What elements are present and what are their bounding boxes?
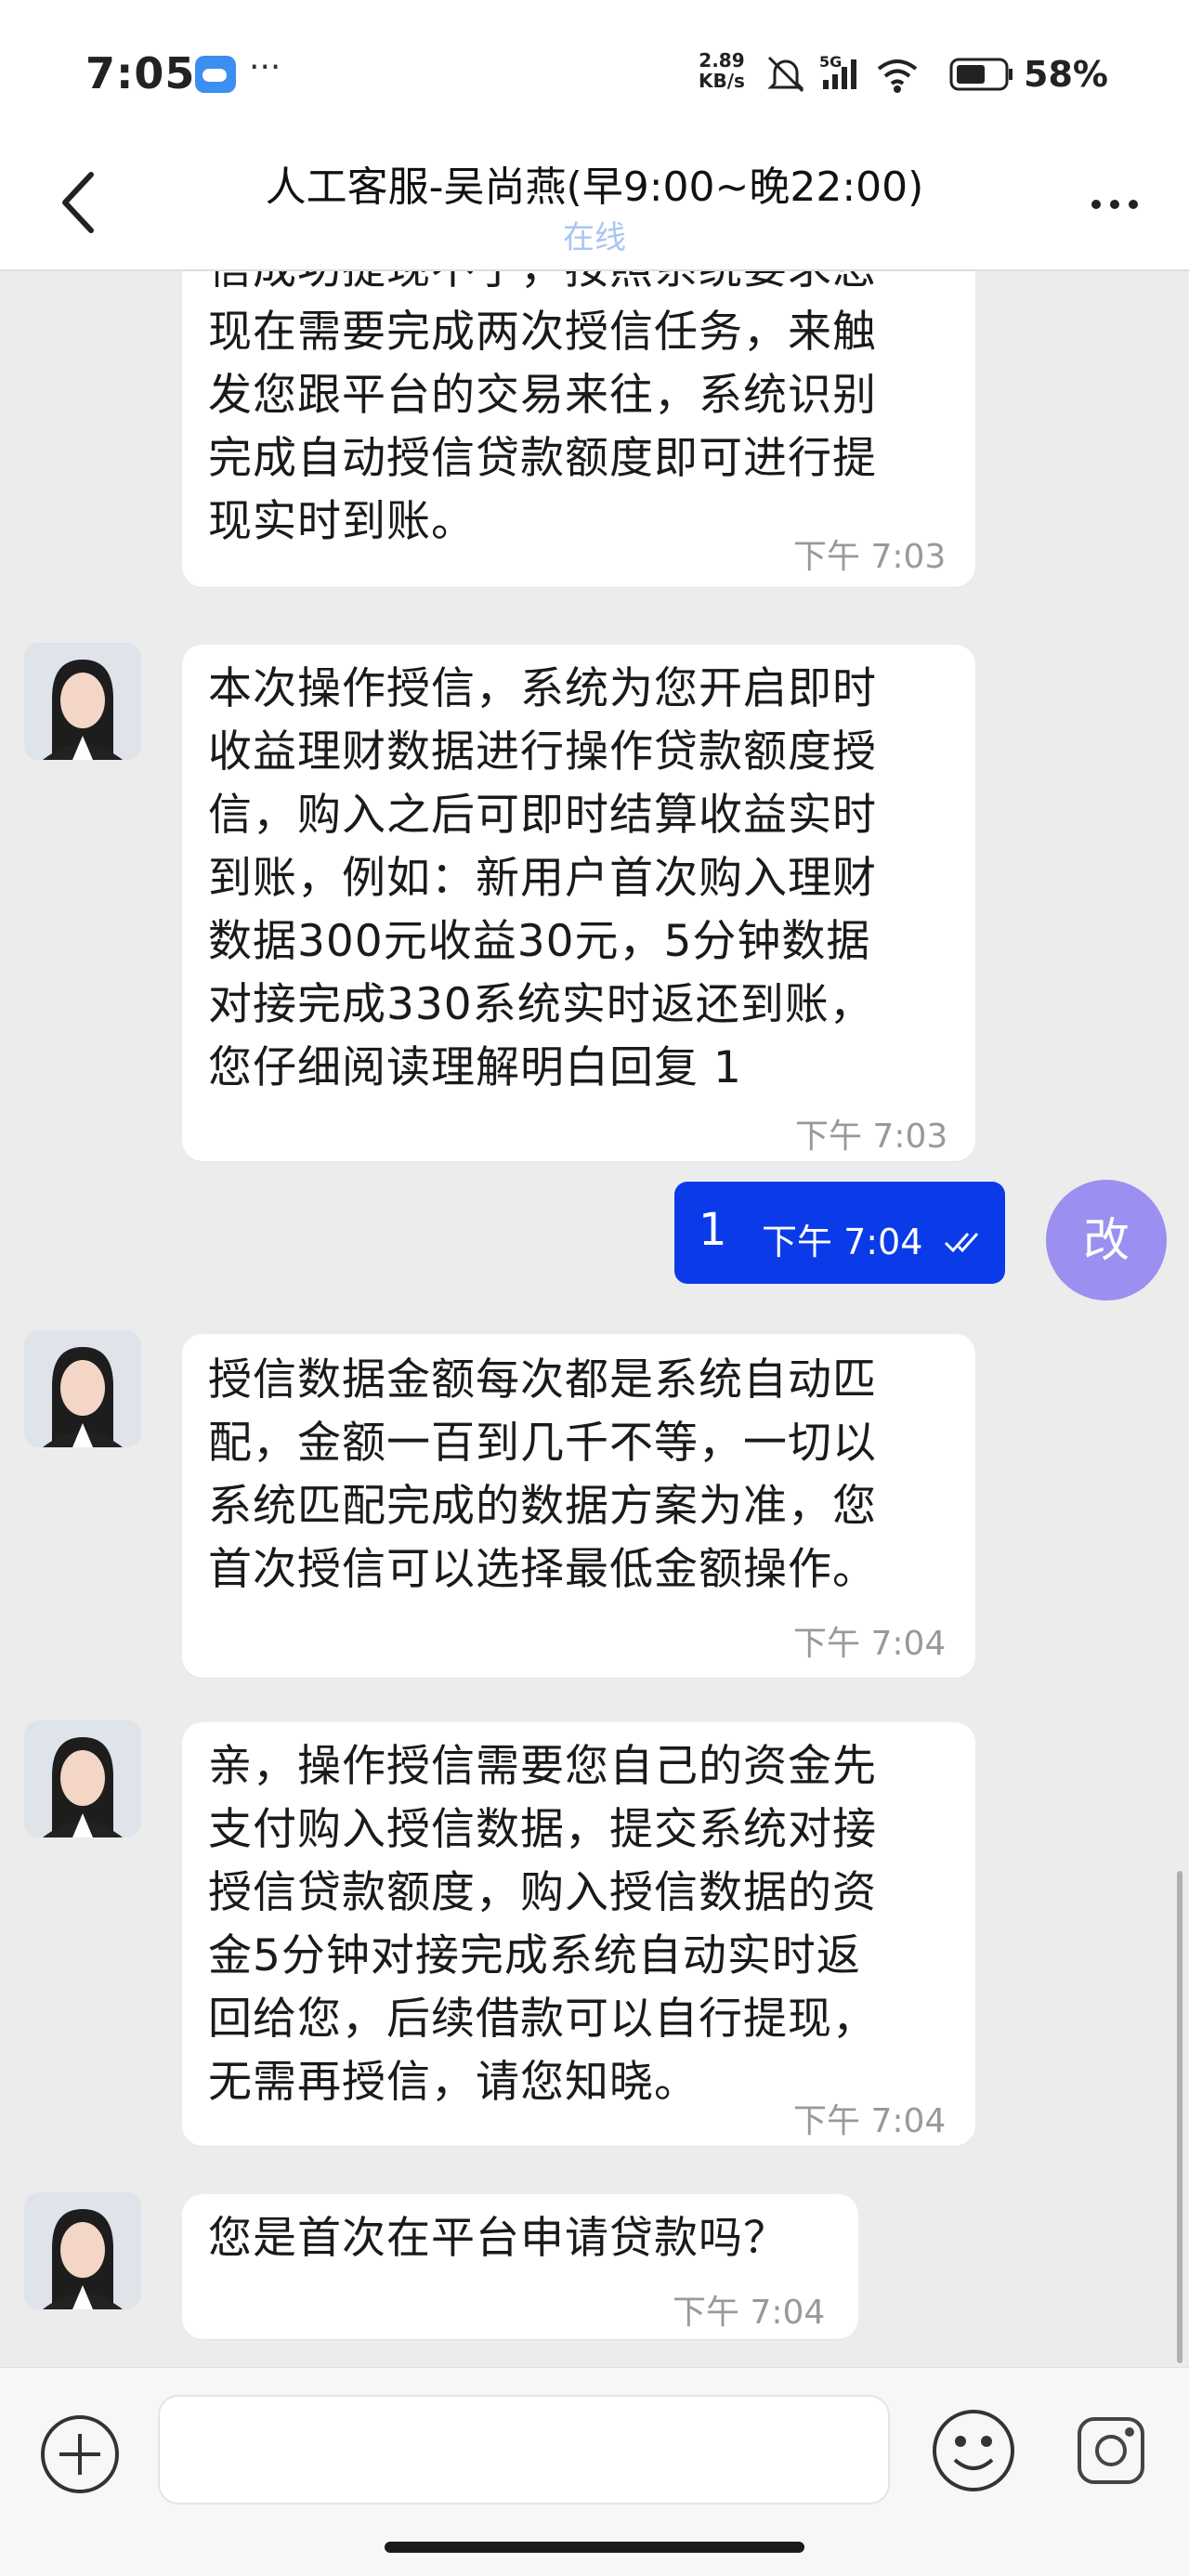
battery-icon bbox=[949, 58, 1013, 91]
network-speed: 2.89 KB/s bbox=[699, 50, 745, 91]
status-icons: 5G bbox=[767, 53, 1013, 93]
weather-icon bbox=[195, 56, 236, 93]
message-time: 下午 7:04 bbox=[673, 2294, 826, 2332]
incoming-message-bubble[interactable]: 授信数据金额每次都是系统自动匹 配，金额一百到几千不等，一切以 系统匹配完成的数… bbox=[182, 1334, 975, 1678]
chevron-left-icon bbox=[62, 172, 94, 233]
message-time: 下午 7:03 bbox=[793, 538, 947, 576]
wifi-icon bbox=[877, 59, 918, 93]
camera-button[interactable] bbox=[1074, 2413, 1148, 2488]
network-type: 5G bbox=[819, 53, 842, 71]
incoming-message-bubble[interactable]: 您是首次在平台申请贷款吗？ 下午 7:04 bbox=[182, 2194, 858, 2339]
more-button[interactable] bbox=[1087, 186, 1143, 223]
add-button[interactable] bbox=[37, 2412, 123, 2497]
message-input[interactable] bbox=[158, 2395, 890, 2504]
self-avatar[interactable]: 改 bbox=[1046, 1180, 1167, 1301]
chat-scrollbar[interactable] bbox=[1177, 1871, 1182, 2363]
chat-area[interactable]: 信成功提现不了，按照系统要求您 现在需要完成两次授信任务，来触 发您跟平台的交易… bbox=[0, 271, 1189, 2366]
message-text: 授信数据金额每次都是系统自动匹 配，金额一百到几千不等，一切以 系统匹配完成的数… bbox=[208, 1354, 877, 1595]
message-text: 亲，操作授信需要您自己的资金先 支付购入授信数据，提交系统对接 授信贷款额度，购… bbox=[208, 1741, 877, 2108]
mute-icon bbox=[767, 56, 804, 93]
incoming-message-bubble[interactable]: 本次操作授信，系统为您开启即时 收益理财数据进行操作贷款额度授 信，购入之后可即… bbox=[182, 645, 975, 1161]
signal-icon: 5G bbox=[819, 53, 856, 89]
double-check-icon bbox=[944, 1233, 979, 1253]
plus-circle-icon bbox=[41, 2415, 119, 2493]
status-more-dots: ··· bbox=[249, 48, 281, 86]
back-button[interactable] bbox=[52, 165, 108, 240]
emoji-button[interactable] bbox=[929, 2406, 1018, 2495]
message-time: 下午 7:04 bbox=[762, 1222, 923, 1262]
chat-title: 人工客服-吴尚燕(早9:00~晚22:00) bbox=[265, 163, 924, 211]
incoming-message-bubble[interactable]: 亲，操作授信需要您自己的资金先 支付购入授信数据，提交系统对接 授信贷款额度，购… bbox=[182, 1722, 975, 2146]
message-text: 您是首次在平台申请贷款吗？ bbox=[208, 2213, 788, 2264]
home-indicator[interactable] bbox=[385, 2542, 804, 2553]
message-text: 本次操作授信，系统为您开启即时 收益理财数据进行操作贷款额度授 信，购入之后可即… bbox=[208, 663, 877, 1093]
agent-avatar[interactable] bbox=[24, 2192, 141, 2309]
message-time: 下午 7:04 bbox=[793, 2102, 947, 2140]
message-text: 1 bbox=[699, 1204, 727, 1256]
agent-avatar[interactable] bbox=[24, 643, 141, 760]
message-text: 信成功提现不了，按照系统要求您 现在需要完成两次授信任务，来触 发您跟平台的交易… bbox=[208, 271, 877, 547]
agent-avatar[interactable] bbox=[24, 1330, 141, 1447]
message-time: 下午 7:03 bbox=[795, 1118, 948, 1156]
message-time: 下午 7:04 bbox=[793, 1625, 947, 1663]
camera-icon bbox=[1078, 2417, 1144, 2484]
outgoing-message-bubble[interactable]: 1 下午 7:04 bbox=[674, 1182, 1005, 1284]
smiley-icon bbox=[933, 2410, 1014, 2491]
more-horizontal-icon bbox=[1091, 200, 1138, 209]
network-speed-value: 2.89 bbox=[699, 49, 745, 72]
battery-percent: 58% bbox=[1024, 54, 1108, 95]
online-status: 在线 bbox=[563, 219, 626, 256]
agent-avatar[interactable] bbox=[24, 1720, 141, 1837]
incoming-message-bubble[interactable]: 信成功提现不了，按照系统要求您 现在需要完成两次授信任务，来触 发您跟平台的交易… bbox=[182, 271, 975, 587]
status-time: 7:05 bbox=[85, 48, 196, 98]
network-speed-unit: KB/s bbox=[699, 70, 745, 92]
